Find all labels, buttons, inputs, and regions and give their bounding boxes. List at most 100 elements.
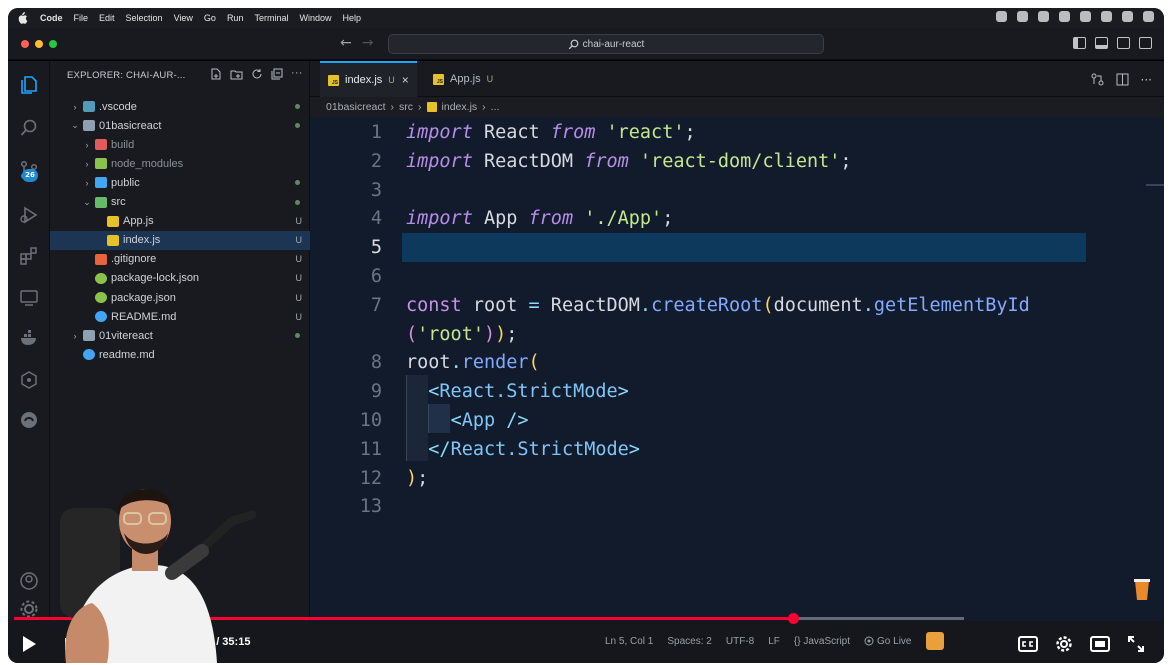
tree-item[interactable]: ⌄ src (50, 193, 310, 212)
code-line[interactable]: 3 (310, 176, 1164, 205)
language-mode[interactable]: {} JavaScript (794, 636, 850, 647)
menu-file[interactable]: File (74, 13, 89, 23)
code-line[interactable]: 8 root.render( (310, 348, 1164, 377)
breadcrumb-item[interactable]: index.js (442, 101, 478, 113)
code-line[interactable]: ('root')); (310, 320, 1164, 349)
menu-help[interactable]: Help (342, 13, 361, 23)
encoding[interactable]: UTF-8 (726, 636, 754, 647)
indentation[interactable]: Spaces: 2 (667, 636, 711, 647)
status-icon-2[interactable] (1017, 11, 1028, 22)
breadcrumb-item[interactable]: src (399, 101, 413, 113)
code-line[interactable]: 10 <App /> (310, 406, 1164, 435)
close-window-button[interactable] (21, 40, 29, 48)
minimize-window-button[interactable] (35, 40, 43, 48)
search-view-icon[interactable] (18, 117, 40, 139)
breadcrumb-item[interactable]: 01basicreact (326, 101, 386, 113)
breadcrumb-item[interactable]: ... (491, 101, 500, 113)
tab-index-js[interactable]: JS index.js U × (320, 61, 417, 97)
tree-item[interactable]: › .vscode (50, 97, 310, 116)
control-center-icon[interactable] (1101, 11, 1112, 22)
go-live-button[interactable]: Go Live (864, 636, 912, 647)
customize-layout-icon[interactable] (1139, 37, 1152, 49)
tree-item[interactable]: README.md U (50, 307, 310, 326)
apple-icon[interactable] (16, 12, 28, 24)
toggle-panel-icon[interactable] (1095, 37, 1108, 49)
refresh-icon[interactable] (251, 68, 263, 80)
docker-icon[interactable] (18, 327, 40, 349)
menu-window[interactable]: Window (299, 13, 331, 23)
forward-arrow-icon[interactable]: → (362, 35, 374, 51)
tree-item[interactable]: package-lock.json U (50, 269, 310, 288)
code-line[interactable]: 11 </React.StrictMode> (310, 435, 1164, 464)
tab-app-js[interactable]: JS App.js U (425, 61, 501, 97)
code-editor[interactable]: I 1import React from 'react';2import Rea… (310, 117, 1164, 621)
open-changes-icon[interactable] (1091, 73, 1104, 86)
tree-item[interactable]: › build (50, 135, 310, 154)
chevron-down-icon[interactable]: ⌄ (82, 197, 92, 208)
remote-explorer-icon[interactable] (18, 287, 40, 309)
captions-button[interactable] (1016, 630, 1040, 658)
copilot-icon[interactable] (925, 632, 944, 650)
tree-item[interactable]: › node_modules (50, 154, 310, 173)
toggle-primary-sidebar-icon[interactable] (1073, 37, 1086, 49)
more-actions-icon[interactable]: ··· (291, 68, 303, 80)
cursor-position[interactable]: Ln 5, Col 1 (605, 636, 653, 647)
command-center-search[interactable]: chai-aur-react (388, 34, 824, 54)
chevron-right-icon[interactable]: › (70, 331, 80, 341)
code-line[interactable]: 6 (310, 262, 1164, 291)
tree-item[interactable]: readme.md (50, 345, 310, 364)
code-line[interactable]: 2 import ReactDOM from 'react-dom/client'… (310, 147, 1164, 176)
status-icon-4[interactable] (1059, 11, 1070, 22)
video-scrubber-handle[interactable] (787, 613, 799, 624)
new-folder-icon[interactable] (230, 68, 243, 80)
menu-view[interactable]: View (174, 13, 193, 23)
edge-tools-icon[interactable] (18, 409, 40, 431)
siri-icon[interactable] (1122, 11, 1133, 22)
code-line[interactable]: 12); (310, 464, 1164, 493)
tree-item[interactable]: › 01vitereact (50, 326, 310, 345)
tree-item[interactable]: index.js U (50, 230, 310, 250)
theater-mode-button[interactable] (1088, 630, 1112, 658)
code-line[interactable]: 1 import React from 'react'; (310, 118, 1164, 147)
tree-item[interactable]: ⌄ 01basicreact (50, 116, 310, 135)
collapse-all-icon[interactable] (271, 68, 283, 80)
close-icon[interactable]: × (402, 73, 409, 87)
settings-button[interactable] (1052, 630, 1076, 658)
status-icon-3[interactable] (1038, 11, 1049, 22)
editor-more-icon[interactable]: ··· (1141, 73, 1152, 87)
tree-item[interactable]: App.js U (50, 212, 310, 231)
accounts-icon[interactable] (18, 570, 40, 592)
code-line[interactable]: 13 (310, 492, 1164, 521)
code-line[interactable]: 9 <React.StrictMode> (310, 377, 1164, 406)
back-arrow-icon[interactable]: ← (340, 35, 352, 51)
toggle-secondary-sidebar-icon[interactable] (1117, 37, 1130, 49)
menu-selection[interactable]: Selection (126, 13, 163, 23)
menu-terminal[interactable]: Terminal (254, 13, 288, 23)
extensions-icon[interactable] (18, 245, 40, 267)
zoom-window-button[interactable] (49, 40, 57, 48)
run-debug-icon[interactable] (18, 204, 40, 226)
chevron-right-icon[interactable]: › (82, 140, 92, 150)
menu-go[interactable]: Go (204, 13, 216, 23)
line-ending[interactable]: LF (768, 636, 780, 647)
tree-item[interactable]: .gitignore U (50, 250, 310, 269)
explorer-icon[interactable] (18, 74, 40, 96)
code-line[interactable]: 4 import App from './App'; (310, 204, 1164, 233)
tree-item[interactable]: package.json U (50, 288, 310, 307)
menu-edit[interactable]: Edit (99, 13, 115, 23)
chevron-right-icon[interactable]: › (82, 159, 92, 169)
status-icon-1[interactable] (996, 11, 1007, 22)
code-line[interactable]: 7 const root = ReactDOM.createRoot(docume… (310, 291, 1164, 320)
chevron-right-icon[interactable]: › (70, 102, 80, 112)
play-button[interactable] (14, 630, 44, 658)
chevron-down-icon[interactable]: ⌄ (70, 120, 80, 131)
chevron-right-icon[interactable]: › (82, 178, 92, 188)
wifi-icon[interactable] (1080, 11, 1091, 22)
code-line[interactable]: 5 (310, 233, 1164, 263)
split-editor-icon[interactable] (1116, 73, 1129, 86)
clock-icon[interactable] (1143, 11, 1154, 22)
fullscreen-button[interactable] (1124, 630, 1148, 658)
new-file-icon[interactable] (210, 68, 222, 80)
gitlens-icon[interactable] (18, 369, 40, 391)
tree-item[interactable]: › public (50, 173, 310, 192)
